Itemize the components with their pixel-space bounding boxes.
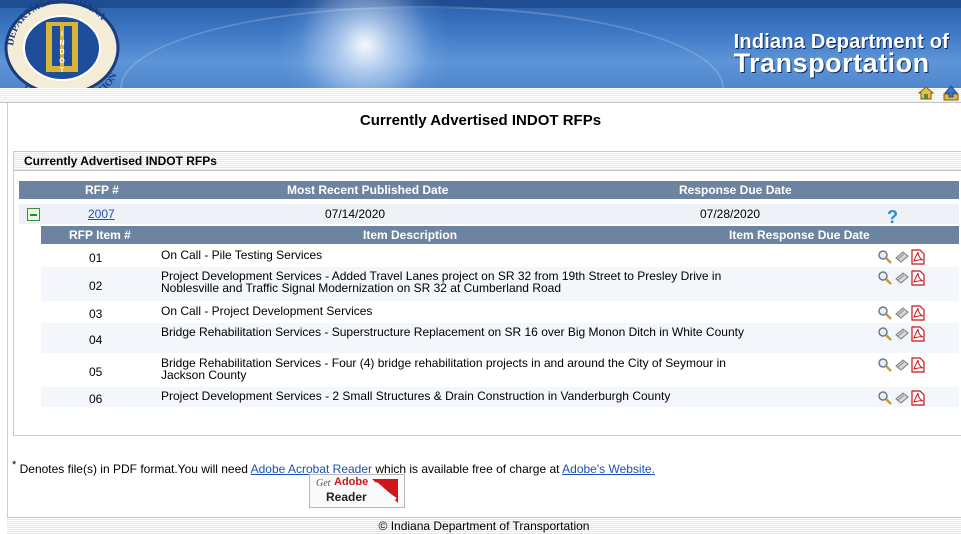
table-row: 06 Project Development Services - 2 Smal… — [41, 387, 959, 407]
page-footer: © Indiana Department of Transportation — [7, 517, 961, 534]
adobe-reader-logo-icon — [372, 479, 398, 503]
banner-sub-strip — [0, 88, 961, 103]
table-row: 02 Project Development Services - Added … — [41, 267, 959, 301]
pdf-icon[interactable] — [911, 270, 925, 286]
col-published-date: Most Recent Published Date — [287, 183, 449, 197]
item-description: Project Development Services - 2 Small S… — [161, 389, 671, 403]
pdf-icon[interactable] — [911, 390, 925, 406]
left-frame-line — [7, 103, 8, 517]
pdf-icon[interactable] — [911, 305, 925, 321]
banner-title: Indiana Department of Transportation — [734, 32, 949, 77]
up-arrow-icon[interactable] — [942, 85, 960, 101]
table-row: 03 On Call - Project Development Service… — [41, 302, 959, 322]
document-icon[interactable] — [894, 249, 910, 265]
collapse-toggle[interactable] — [27, 208, 40, 221]
banner-title-line2: Transportation — [733, 48, 930, 78]
get-adobe-reader-button[interactable]: Get Adobe Reader — [309, 474, 405, 508]
badge-reader: Reader — [326, 490, 367, 504]
svg-text:I: I — [61, 31, 63, 38]
pdf-icon[interactable] — [911, 249, 925, 265]
table-row: 04 Bridge Rehabilitation Services - Supe… — [41, 323, 959, 353]
col-rfp-number: RFP # — [85, 183, 119, 197]
site-banner: Indiana Department of Transportation — [0, 0, 961, 88]
item-header-row: RFP Item # Item Description Item Respons… — [41, 226, 959, 244]
rfp-due-date: 07/28/2020 — [700, 207, 761, 221]
svg-text:D: D — [59, 49, 64, 56]
item-description: Project Development Services - Added Tra… — [161, 269, 722, 295]
item-number: 06 — [89, 392, 103, 406]
svg-text:T: T — [60, 67, 65, 74]
badge-get: Get — [316, 478, 331, 489]
document-icon[interactable] — [894, 390, 910, 406]
col-response-due: Response Due Date — [679, 183, 792, 197]
magnifier-icon[interactable] — [877, 305, 893, 321]
indot-seal-logo[interactable]: DEPARTMENT INDIANA OF TRANSPORTATION I N… — [0, 0, 132, 100]
item-number: 02 — [89, 279, 103, 293]
magnifier-icon[interactable] — [877, 357, 893, 373]
col-item-description: Item Description — [363, 228, 458, 242]
note-prefix: Denotes file(s) in PDF format.You will n… — [16, 462, 251, 476]
item-description: On Call - Pile Testing Services — [161, 248, 323, 262]
svg-text:O: O — [59, 58, 65, 65]
item-number: 04 — [89, 333, 103, 347]
home-icon[interactable] — [917, 85, 935, 101]
page-title: Currently Advertised INDOT RFPs — [359, 112, 602, 129]
table-row: 01 On Call - Pile Testing Services — [41, 246, 959, 266]
item-description: Bridge Rehabilitation Services - Superst… — [161, 325, 744, 339]
document-icon[interactable] — [894, 326, 910, 342]
banner-glow — [280, 0, 450, 88]
document-icon[interactable] — [894, 305, 910, 321]
document-icon[interactable] — [894, 270, 910, 286]
panel-heading: Currently Advertised INDOT RFPs — [14, 152, 961, 171]
pdf-icon[interactable] — [911, 357, 925, 373]
item-description: On Call - Project Development Services — [161, 304, 373, 318]
badge-adobe: Adobe — [334, 476, 369, 488]
rfp-number-link[interactable]: 2007 — [88, 207, 115, 221]
item-number: 05 — [89, 365, 103, 379]
adobe-website-link[interactable]: Adobe's Website. — [562, 462, 655, 476]
col-item-due: Item Response Due Date — [729, 228, 870, 242]
rfp-row: 2007 07/14/2020 07/28/2020 ? — [19, 204, 959, 227]
rfp-published-date: 07/14/2020 — [325, 207, 386, 221]
rfp-header-row: RFP # Most Recent Published Date Respons… — [19, 181, 959, 199]
question-icon[interactable]: ? — [887, 207, 898, 227]
document-icon[interactable] — [894, 357, 910, 373]
pdf-icon[interactable] — [911, 326, 925, 342]
svg-text:N: N — [59, 40, 64, 47]
magnifier-icon[interactable] — [877, 249, 893, 265]
table-row: 05 Bridge Rehabilitation Services - Four… — [41, 354, 959, 386]
item-number: 01 — [89, 251, 103, 265]
rfp-panel: Currently Advertised INDOT RFPs RFP # Mo… — [13, 151, 961, 436]
magnifier-icon[interactable] — [877, 390, 893, 406]
col-item-number: RFP Item # — [69, 228, 131, 242]
magnifier-icon[interactable] — [877, 270, 893, 286]
magnifier-icon[interactable] — [877, 326, 893, 342]
item-description: Bridge Rehabilitation Services - Four (4… — [161, 356, 726, 382]
item-number: 03 — [89, 307, 103, 321]
